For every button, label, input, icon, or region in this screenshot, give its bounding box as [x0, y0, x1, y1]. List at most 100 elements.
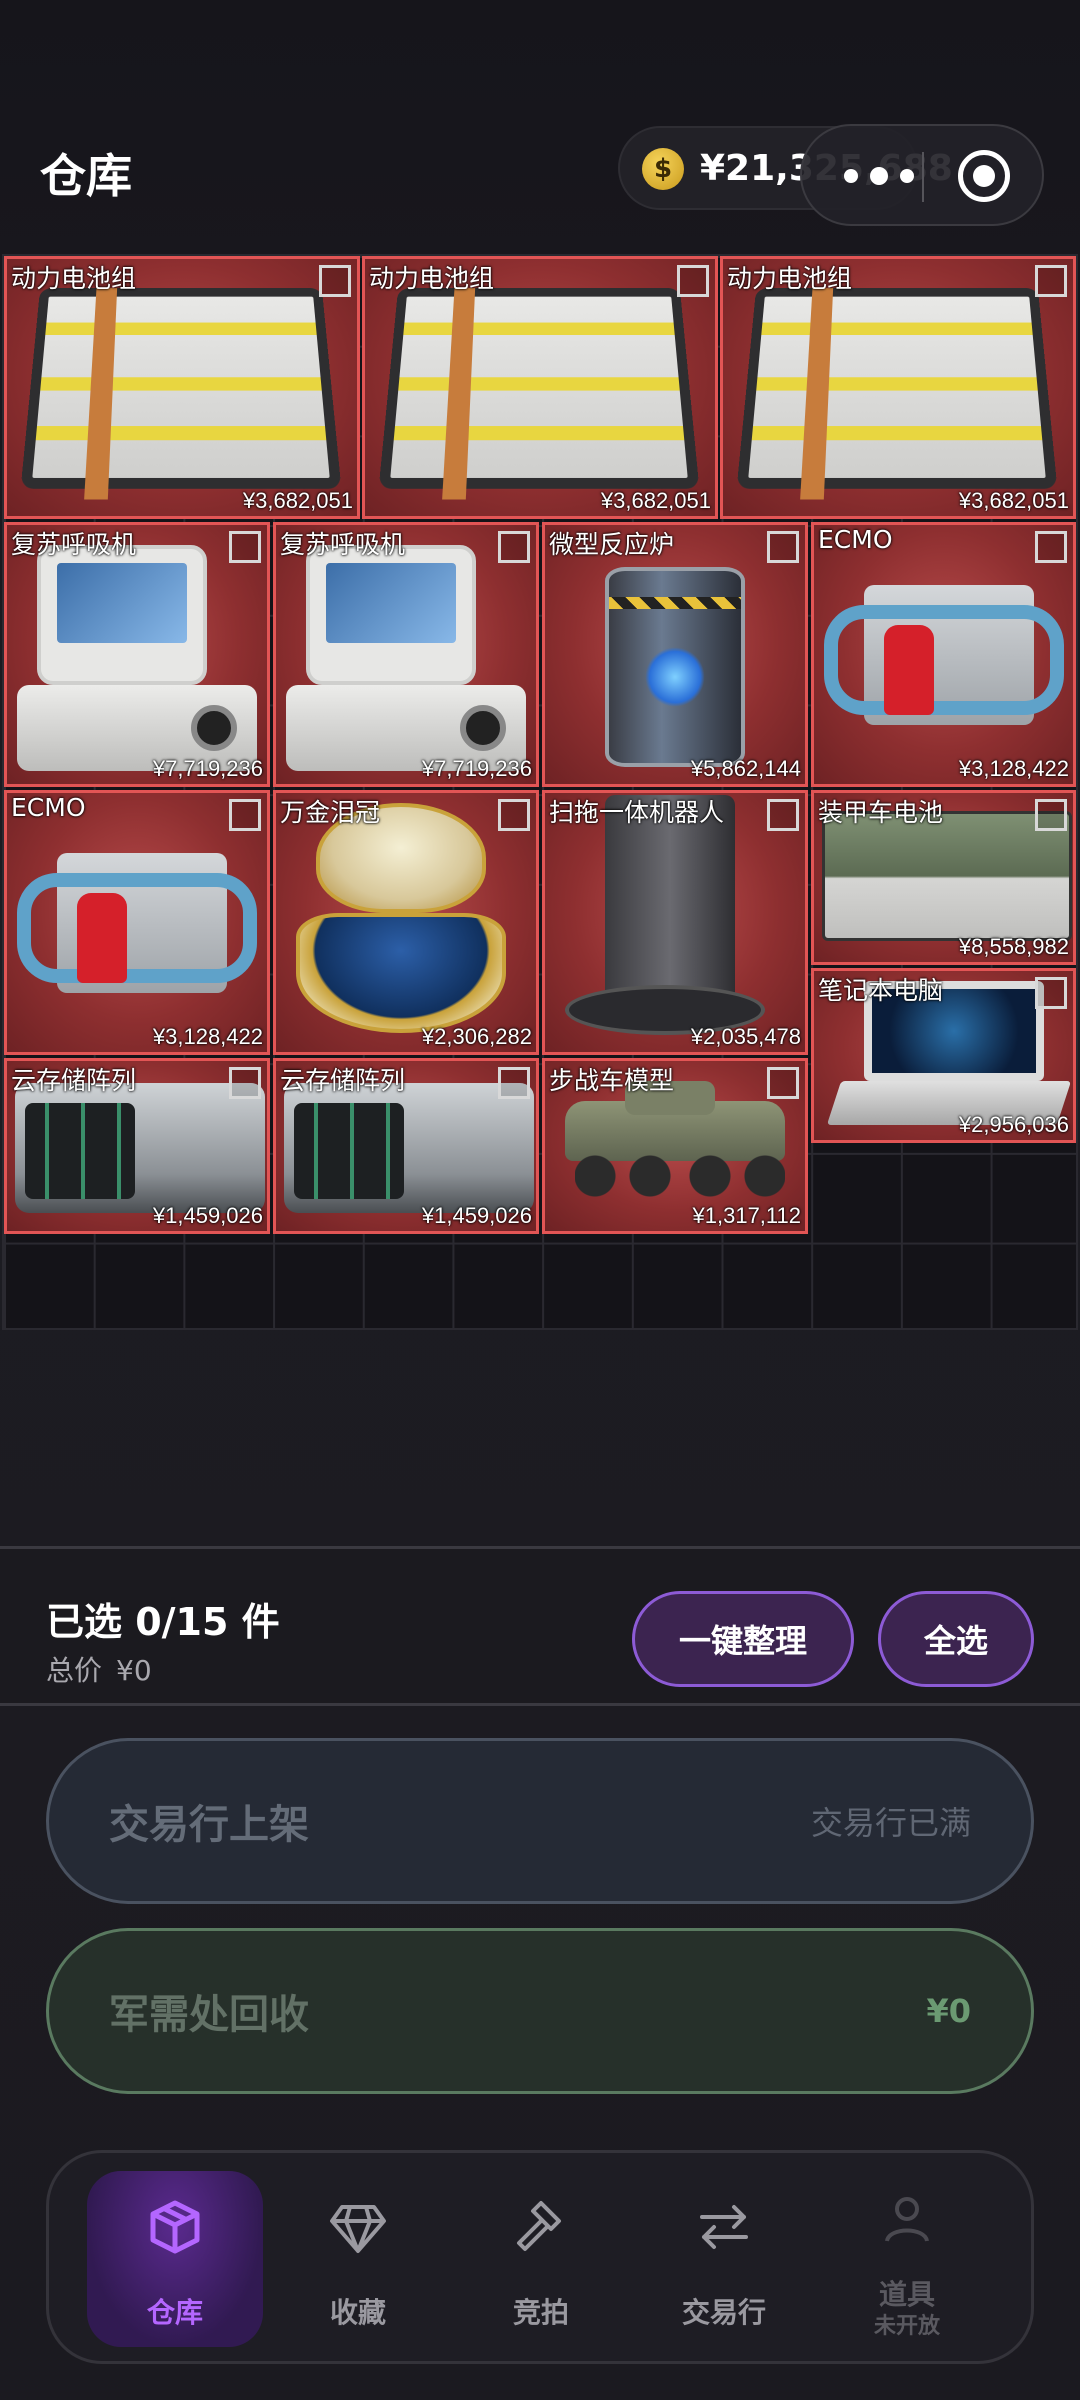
- nav-label: 竞拍: [512, 2296, 569, 2329]
- item-checkbox[interactable]: [498, 531, 530, 563]
- item-name: ECMO: [11, 793, 86, 822]
- reactor-image: [595, 547, 755, 777]
- nav-market[interactable]: 交易行: [636, 2171, 812, 2347]
- list-on-market-button[interactable]: 交易行上架 交易行已满: [46, 1738, 1034, 1904]
- item-ventilator[interactable]: 复苏呼吸机 ¥7,719,236: [4, 522, 270, 787]
- select-all-button[interactable]: 全选: [878, 1591, 1034, 1687]
- bottom-nav: 仓库 收藏 竞拍 交易行 道具 未开放: [46, 2150, 1034, 2364]
- item-checkbox[interactable]: [1035, 799, 1067, 831]
- item-price: ¥2,035,478: [690, 1024, 801, 1049]
- item-checkbox[interactable]: [498, 1067, 530, 1099]
- item-power-battery[interactable]: 动力电池组 ¥3,682,051: [4, 256, 360, 519]
- jeweled-egg-image: [296, 803, 516, 1043]
- capsule-divider: [922, 152, 924, 202]
- nav-collection[interactable]: 收藏: [270, 2171, 446, 2347]
- item-name: 复苏呼吸机: [11, 530, 137, 559]
- item-ecmo[interactable]: ECMO ¥3,128,422: [811, 522, 1076, 787]
- item-mop-robot[interactable]: 扫拖一体机器人 ¥2,035,478: [542, 790, 808, 1055]
- item-checkbox[interactable]: [498, 799, 530, 831]
- nav-label: 道具 未开放: [819, 2279, 995, 2343]
- more-icon[interactable]: [844, 154, 914, 198]
- item-laptop[interactable]: 笔记本电脑 ¥2,956,036: [811, 968, 1076, 1143]
- close-target-icon[interactable]: [958, 150, 1010, 202]
- item-checkbox[interactable]: [767, 1067, 799, 1099]
- item-checkbox[interactable]: [1035, 265, 1067, 297]
- item-price: ¥5,862,144: [690, 756, 801, 781]
- item-price: ¥2,956,036: [958, 1112, 1069, 1137]
- item-price: ¥1,459,026: [152, 1203, 263, 1228]
- item-name: 云存储阵列: [280, 1066, 406, 1095]
- item-crown-tear[interactable]: 万金泪冠 ¥2,306,282: [273, 790, 539, 1055]
- item-ifv-model[interactable]: 步战车模型 ¥1,317,112: [542, 1058, 808, 1234]
- page-title: 仓库: [40, 149, 132, 203]
- total-price-value: ¥0: [116, 1654, 152, 1687]
- item-price: ¥1,459,026: [421, 1203, 532, 1228]
- item-price: ¥7,719,236: [421, 756, 532, 781]
- item-name: 动力电池组: [369, 264, 495, 293]
- item-name: 复苏呼吸机: [280, 530, 406, 559]
- nav-props-sub: 未开放: [873, 2314, 940, 2339]
- item-power-battery[interactable]: 动力电池组 ¥3,682,051: [362, 256, 718, 519]
- item-price: ¥8,558,982: [958, 934, 1069, 959]
- ifv-model-image: [555, 1081, 805, 1221]
- item-price: ¥3,682,051: [242, 488, 353, 513]
- item-name: 步战车模型: [549, 1066, 675, 1095]
- item-name: 动力电池组: [727, 264, 853, 293]
- diamond-icon: [330, 2205, 386, 2253]
- nav-warehouse[interactable]: 仓库: [87, 2171, 263, 2347]
- nav-label: 仓库: [146, 2296, 203, 2329]
- item-checkbox[interactable]: [677, 265, 709, 297]
- item-checkbox[interactable]: [1035, 977, 1067, 1009]
- storage-array-image: [284, 1083, 534, 1213]
- recycle-value: ¥0: [926, 1992, 971, 2030]
- user-icon: [885, 2197, 929, 2242]
- item-checkbox[interactable]: [1035, 531, 1067, 563]
- item-checkbox[interactable]: [229, 531, 261, 563]
- item-checkbox[interactable]: [319, 265, 351, 297]
- nav-label: 交易行: [681, 2296, 766, 2329]
- item-name: 万金泪冠: [280, 798, 381, 827]
- item-ecmo[interactable]: ECMO ¥3,128,422: [4, 790, 270, 1055]
- item-checkbox[interactable]: [229, 1067, 261, 1099]
- item-ventilator[interactable]: 复苏呼吸机 ¥7,719,236: [273, 522, 539, 787]
- item-name: 云存储阵列: [11, 1066, 137, 1095]
- item-armored-battery[interactable]: 装甲车电池 ¥8,558,982: [811, 790, 1076, 965]
- storage-array-image: [15, 1083, 265, 1213]
- ecmo-image: [17, 833, 257, 1033]
- item-name: 微型反应炉: [549, 530, 675, 559]
- nav-props: 道具 未开放: [819, 2171, 995, 2347]
- item-price: ¥7,719,236: [152, 756, 263, 781]
- battery-pack-image: [736, 288, 1058, 489]
- item-name: ECMO: [818, 525, 893, 554]
- item-cloud-storage[interactable]: 云存储阵列 ¥1,459,026: [4, 1058, 270, 1234]
- inventory-grid: 动力电池组 ¥3,682,051 动力电池组 ¥3,682,051 动力电池组 …: [2, 254, 1078, 1330]
- total-price: 总价 ¥0: [46, 1649, 152, 1689]
- nav-label: 收藏: [329, 2296, 386, 2329]
- box-icon: [150, 2200, 200, 2254]
- market-status: 交易行已满: [810, 1804, 971, 1842]
- item-price: ¥1,317,112: [692, 1203, 801, 1228]
- item-power-battery[interactable]: 动力电池组 ¥3,682,051: [720, 256, 1076, 519]
- item-checkbox[interactable]: [767, 799, 799, 831]
- item-price: ¥2,306,282: [421, 1024, 532, 1049]
- mop-robot-image: [565, 795, 775, 1045]
- battery-pack-image: [20, 288, 342, 489]
- coin-icon: $: [642, 148, 684, 190]
- swap-icon: [700, 2205, 748, 2249]
- header: 仓库 $ ¥21,325,688: [0, 0, 1080, 250]
- item-checkbox[interactable]: [767, 531, 799, 563]
- auto-organize-button[interactable]: 一键整理: [632, 1591, 854, 1687]
- mini-program-capsule: [800, 124, 1044, 226]
- item-name: 笔记本电脑: [818, 976, 944, 1005]
- item-price: ¥3,128,422: [152, 1024, 263, 1049]
- item-price: ¥3,682,051: [600, 488, 711, 513]
- nav-props-label: 道具: [878, 2278, 935, 2311]
- recycle-label: 军需处回收: [109, 1992, 309, 2038]
- nav-auction[interactable]: 竞拍: [453, 2171, 629, 2347]
- recycle-button[interactable]: 军需处回收 ¥0: [46, 1928, 1034, 2094]
- item-cloud-storage[interactable]: 云存储阵列 ¥1,459,026: [273, 1058, 539, 1234]
- item-micro-reactor[interactable]: 微型反应炉 ¥5,862,144: [542, 522, 808, 787]
- item-name: 扫拖一体机器人: [549, 798, 725, 827]
- total-price-label: 总价: [46, 1654, 103, 1687]
- item-checkbox[interactable]: [229, 799, 261, 831]
